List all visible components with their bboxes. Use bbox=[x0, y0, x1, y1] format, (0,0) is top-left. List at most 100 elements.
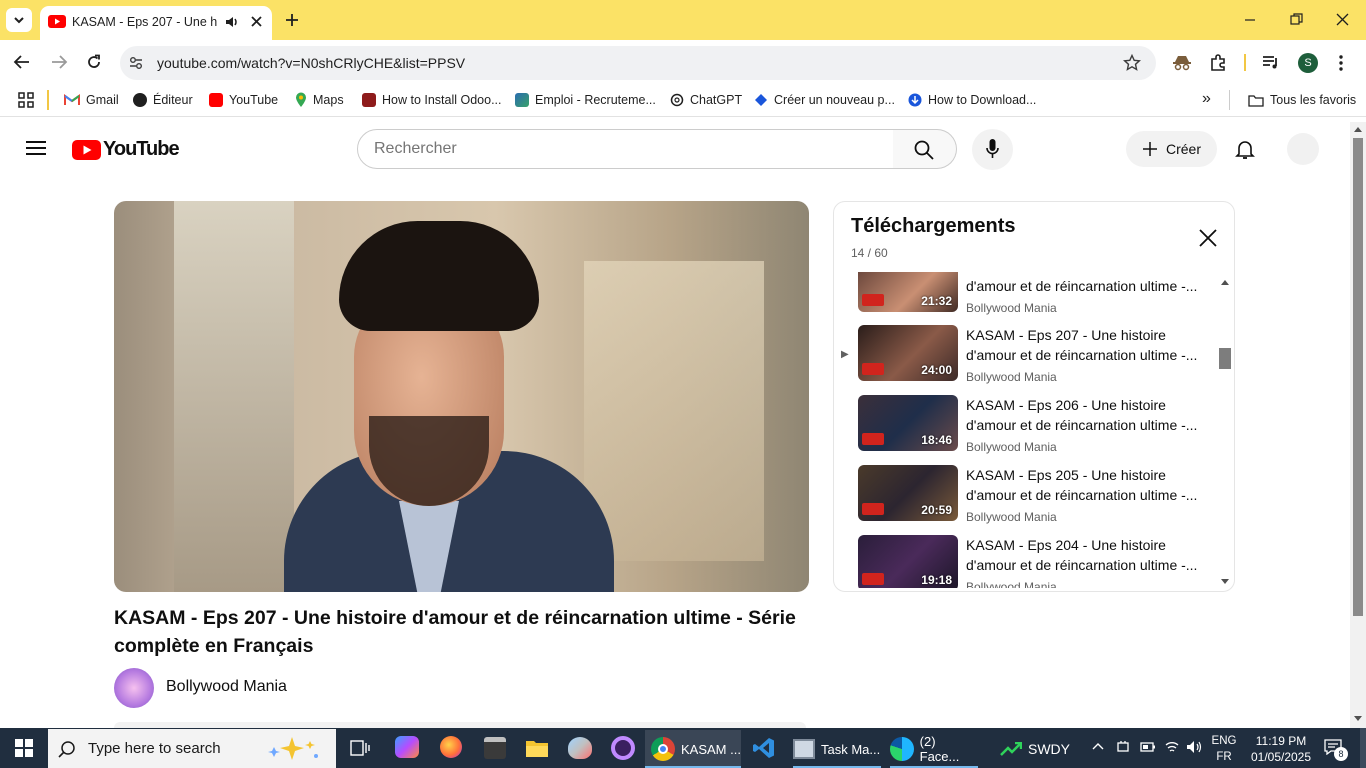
firefox-icon[interactable] bbox=[440, 736, 462, 758]
search-highlight-sparkle-icon bbox=[268, 737, 318, 760]
back-arrow-icon[interactable] bbox=[13, 54, 31, 70]
search-input[interactable]: Rechercher bbox=[357, 129, 894, 169]
page-scrollbar[interactable] bbox=[1350, 122, 1366, 728]
taskbar-app-chrome[interactable]: KASAM ... bbox=[645, 730, 741, 768]
show-desktop-button[interactable] bbox=[1360, 728, 1366, 768]
playlist-item[interactable]: 20:59 KASAM - Eps 205 - Une histoire d'a… bbox=[858, 465, 1218, 524]
paint-app-icon[interactable] bbox=[568, 737, 592, 759]
bookmark-gmail[interactable]: Gmail bbox=[64, 91, 119, 109]
speaker-icon[interactable] bbox=[224, 14, 240, 30]
taskbar-app-task-manager[interactable]: Task Ma... bbox=[793, 730, 881, 768]
forward-arrow-icon[interactable] bbox=[50, 54, 68, 70]
extensions-puzzle-icon[interactable] bbox=[1209, 53, 1228, 72]
taskbar-search[interactable]: Type here to search bbox=[48, 729, 336, 768]
bookmark-chatgpt[interactable]: ChatGPT bbox=[670, 91, 742, 109]
language-indicator[interactable]: ENG FR bbox=[1208, 733, 1240, 765]
bookmark-download[interactable]: How to Download... bbox=[908, 91, 1036, 109]
bookmark-emploi[interactable]: Emploi - Recruteme... bbox=[515, 91, 656, 109]
browser-menu-icon[interactable] bbox=[1338, 54, 1344, 72]
vscode-icon[interactable] bbox=[752, 736, 776, 760]
account-avatar[interactable] bbox=[1287, 133, 1319, 165]
windows-start-icon[interactable] bbox=[15, 739, 33, 757]
video-player[interactable] bbox=[114, 201, 809, 592]
scroll-up-arrow-icon[interactable] bbox=[1354, 126, 1362, 132]
all-bookmarks-button[interactable]: Tous les favoris bbox=[1248, 91, 1356, 109]
video-thumbnail: 21:32 bbox=[858, 272, 958, 312]
tab-search-button[interactable] bbox=[6, 8, 32, 32]
media-control-icon[interactable] bbox=[1262, 55, 1280, 70]
bookmark-creer[interactable]: Créer un nouveau p... bbox=[754, 91, 895, 109]
site-settings-icon[interactable] bbox=[128, 55, 144, 71]
odoo-icon bbox=[362, 93, 376, 107]
video-duration: 19:18 bbox=[921, 573, 952, 587]
maps-pin-icon bbox=[296, 92, 306, 107]
new-tab-icon[interactable] bbox=[284, 12, 300, 28]
playlist-item-title-line2: d'amour et de réincarnation ultime -... bbox=[966, 557, 1198, 573]
playlist-scrollbar-thumb[interactable] bbox=[1219, 348, 1231, 369]
close-icon[interactable] bbox=[1198, 228, 1218, 248]
file-explorer-icon[interactable] bbox=[525, 738, 549, 758]
playlist-scroll-up-icon[interactable] bbox=[1221, 279, 1229, 285]
video-background-wall bbox=[584, 261, 764, 561]
youtube-favicon-icon bbox=[48, 15, 66, 28]
youtube-logo[interactable]: YouTube bbox=[72, 138, 180, 161]
playlist-item[interactable]: 19:18 KASAM - Eps 204 - Une histoire d'a… bbox=[858, 535, 1218, 588]
create-button[interactable]: Créer bbox=[1126, 131, 1217, 167]
notification-center[interactable]: 8 bbox=[1322, 737, 1348, 761]
obs-app-icon[interactable] bbox=[611, 736, 635, 760]
restore-icon[interactable] bbox=[1290, 13, 1303, 26]
chevron-up-icon[interactable] bbox=[1092, 742, 1104, 750]
playlist-item[interactable]: 21:32 d'amour et de réincarnation ultime… bbox=[858, 272, 1218, 315]
more-bookmarks-button[interactable]: » bbox=[1202, 90, 1211, 108]
clock[interactable]: 11:19 PM 01/05/2025 bbox=[1246, 733, 1316, 765]
taskbar-stock-widget[interactable]: SWDY bbox=[1000, 730, 1070, 768]
channel-name[interactable]: Bollywood Mania bbox=[166, 678, 287, 696]
playlist-item-title: KASAM - Eps 204 - Une histoire bbox=[966, 537, 1166, 553]
profile-avatar[interactable]: S bbox=[1298, 53, 1318, 73]
playlist-item[interactable]: 18:46 KASAM - Eps 206 - Une histoire d'a… bbox=[858, 395, 1218, 454]
bookmark-editeur[interactable]: Éditeur bbox=[133, 91, 193, 109]
video-thumbnail: 24:00 bbox=[858, 325, 958, 381]
video-thumbnail: 20:59 bbox=[858, 465, 958, 521]
window-close-icon[interactable] bbox=[1336, 13, 1349, 26]
minimize-icon[interactable] bbox=[1244, 14, 1256, 26]
copilot-icon[interactable] bbox=[395, 736, 419, 758]
reload-icon[interactable] bbox=[86, 54, 102, 70]
apps-grid-icon[interactable] bbox=[18, 92, 34, 108]
volume-icon[interactable] bbox=[1186, 739, 1204, 755]
kasam-logo-icon bbox=[862, 363, 884, 375]
search-button[interactable] bbox=[893, 129, 957, 169]
playlist-title[interactable]: Téléchargements bbox=[851, 215, 1016, 238]
youtube-logo-text: YouTube bbox=[103, 138, 180, 160]
notifications-bell-icon[interactable] bbox=[1235, 139, 1255, 160]
taskbar-app-label: Task Ma... bbox=[821, 741, 881, 757]
battery-icon[interactable] bbox=[1140, 740, 1156, 754]
channel-avatar[interactable] bbox=[114, 668, 154, 708]
incognito-extension-icon[interactable] bbox=[1172, 54, 1192, 71]
taskbar-app-label: KASAM ... bbox=[681, 741, 741, 757]
page-scrollbar-thumb[interactable] bbox=[1353, 138, 1363, 616]
scroll-down-arrow-icon[interactable] bbox=[1354, 716, 1362, 722]
video-hair bbox=[339, 221, 539, 331]
tab-close-icon[interactable] bbox=[250, 15, 263, 28]
bookmark-odoo[interactable]: How to Install Odoo... bbox=[362, 91, 502, 109]
chevron-down-icon bbox=[14, 17, 24, 24]
bookmark-youtube[interactable]: YouTube bbox=[209, 91, 278, 109]
browser-tab-active[interactable]: KASAM - Eps 207 - Une hist bbox=[40, 6, 272, 40]
meet-now-icon[interactable] bbox=[1116, 740, 1130, 754]
playlist-item-title-line2: d'amour et de réincarnation ultime -... bbox=[966, 347, 1198, 363]
taskbar-app-edge[interactable]: (2) Face... bbox=[890, 730, 978, 768]
calendar-app-icon[interactable] bbox=[484, 737, 506, 759]
bookmark-maps[interactable]: Maps bbox=[295, 91, 344, 109]
hamburger-menu-icon[interactable] bbox=[26, 140, 46, 156]
voice-search-button[interactable] bbox=[972, 129, 1013, 170]
playlist-scroll-down-icon[interactable] bbox=[1221, 579, 1229, 585]
url-text[interactable]: youtube.com/watch?v=N0shCRlyCHE&list=PPS… bbox=[157, 55, 465, 71]
wifi-icon[interactable] bbox=[1164, 739, 1180, 755]
emploi-icon bbox=[515, 93, 529, 107]
bookmark-star-icon[interactable] bbox=[1123, 54, 1141, 72]
playlist-item[interactable]: 24:00 KASAM - Eps 207 - Une histoire d'a… bbox=[858, 325, 1218, 384]
address-bar[interactable]: youtube.com/watch?v=N0shCRlyCHE&list=PPS… bbox=[120, 46, 1156, 80]
task-view-icon[interactable] bbox=[350, 739, 370, 757]
playlist-item-title: KASAM - Eps 207 - Une histoire bbox=[966, 327, 1166, 343]
